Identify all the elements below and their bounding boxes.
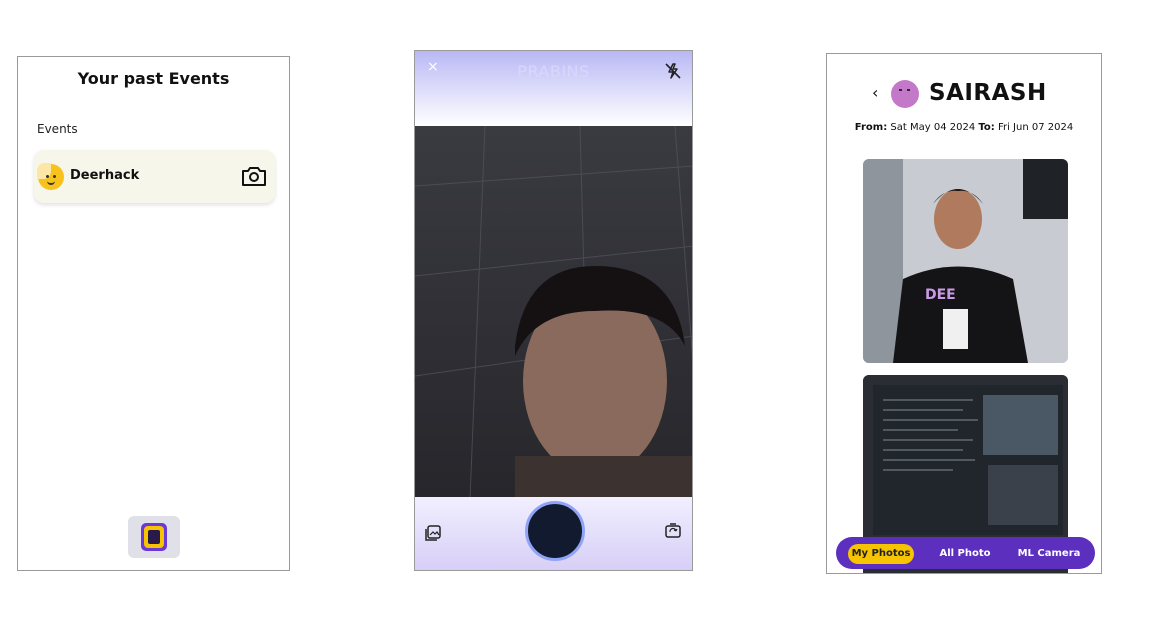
camera-viewfinder xyxy=(415,125,692,500)
to-label: To: xyxy=(978,122,995,133)
to-date: Fri Jun 07 2024 xyxy=(997,122,1074,133)
app-logo-icon[interactable] xyxy=(128,516,180,558)
avatar xyxy=(891,80,919,108)
camera-title: PRABINS xyxy=(517,62,590,81)
gallery-icon[interactable] xyxy=(424,524,442,542)
svg-text:DEE: DEE xyxy=(925,287,956,303)
camera-screen: × PRABINS xyxy=(414,50,693,571)
flip-camera-icon[interactable] xyxy=(664,522,682,540)
from-date: Sat May 04 2024 xyxy=(890,122,976,133)
past-events-screen: Your past Events Events Deerhack xyxy=(17,56,290,571)
events-section-label: Events xyxy=(37,122,78,136)
event-avatar-icon xyxy=(37,163,64,190)
event-card-deerhack[interactable]: Deerhack xyxy=(34,150,275,203)
camera-icon[interactable] xyxy=(240,164,268,188)
date-range: From: Sat May 04 2024 To: Fri Jun 07 202… xyxy=(827,122,1101,133)
user-photos-screen: ‹ SAIRASH From: Sat May 04 2024 To: Fri … xyxy=(826,53,1102,574)
photo-thumbnail[interactable]: DEE xyxy=(863,159,1068,363)
back-button[interactable]: ‹ xyxy=(872,83,878,102)
shutter-button[interactable] xyxy=(525,501,585,561)
event-name: Deerhack xyxy=(70,168,140,183)
tab-all-photo[interactable]: All Photo xyxy=(932,544,998,564)
user-name: SAIRASH xyxy=(929,80,1047,106)
tab-my-photos[interactable]: My Photos xyxy=(848,544,914,564)
camera-bottom-bar xyxy=(415,497,692,570)
from-label: From: xyxy=(854,122,888,133)
page-title: Your past Events xyxy=(77,69,230,88)
camera-top-bar: × PRABINS xyxy=(415,51,692,126)
bottom-tab-bar: My Photos All Photo ML Camera xyxy=(836,537,1095,569)
flash-off-icon[interactable] xyxy=(664,62,682,80)
tab-ml-camera[interactable]: ML Camera xyxy=(1014,544,1084,564)
